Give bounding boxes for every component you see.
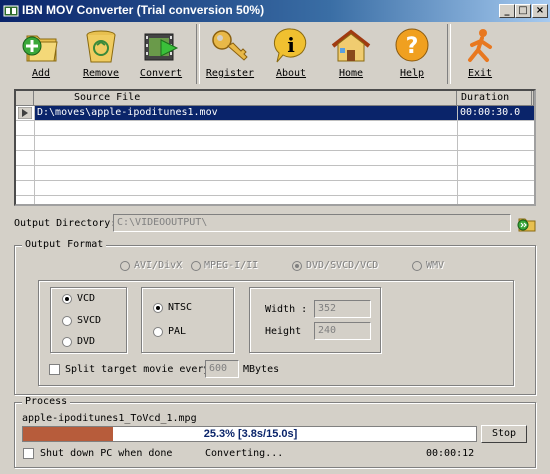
width-field[interactable]: 352	[314, 300, 371, 318]
svg-text:i: i	[287, 33, 295, 57]
exit-button[interactable]: Exit	[453, 26, 507, 84]
source-file-cell: D:\moves\apple-ipoditunes1.mov	[34, 106, 457, 120]
format-avi-label: AVI/DivX	[134, 260, 183, 271]
height-field[interactable]: 240	[314, 322, 371, 340]
minimize-button[interactable]: _	[499, 4, 515, 18]
toolbar-separator	[196, 24, 200, 84]
maximize-button[interactable]: □	[515, 4, 531, 18]
duration-cell: 00:00:30.0	[457, 106, 534, 120]
svcd-radio[interactable]	[62, 316, 72, 326]
split-checkbox[interactable]	[49, 364, 60, 375]
add-button[interactable]: Add	[14, 26, 68, 84]
help-icon: ?	[395, 28, 429, 62]
window-title: IBN MOV Converter (Trial conversion 50%)	[22, 3, 265, 17]
column-divider	[457, 106, 458, 204]
key-icon	[212, 30, 248, 61]
about-button[interactable]: i About	[264, 26, 318, 84]
column-divider	[34, 106, 35, 204]
svg-text:?: ?	[406, 34, 419, 59]
register-label: Register	[205, 68, 255, 79]
output-directory-label: Output Directory:	[14, 218, 117, 229]
format-wmv-radio[interactable]	[412, 261, 422, 271]
running-man-icon	[468, 29, 492, 62]
about-label: About	[275, 68, 307, 79]
convert-label: Convert	[139, 68, 183, 79]
column-header-duration[interactable]: Duration	[457, 91, 532, 106]
vcd-label: VCD	[77, 293, 96, 304]
register-button[interactable]: Register	[203, 26, 257, 84]
pal-label: PAL	[168, 326, 187, 337]
browse-folder-icon[interactable]	[517, 213, 537, 233]
tv-standard-group	[141, 287, 234, 353]
shutdown-label: Shut down PC when done	[40, 448, 173, 459]
play-arrow-icon	[18, 107, 32, 119]
vcd-radio[interactable]	[62, 294, 72, 304]
width-label: Width :	[265, 304, 308, 315]
status-text: Converting...	[205, 448, 284, 459]
home-icon	[331, 29, 371, 62]
svcd-label: SVCD	[77, 315, 102, 326]
list-header-corner	[16, 91, 34, 106]
format-mpeg-label: MPEG-I/II	[204, 260, 259, 271]
add-label: Add	[31, 68, 51, 79]
format-mpeg-radio[interactable]	[191, 261, 201, 271]
list-header-filler	[532, 91, 534, 106]
ntsc-radio[interactable]	[153, 303, 163, 313]
exit-label: Exit	[467, 68, 493, 79]
remove-label: Remove	[82, 68, 120, 79]
home-button[interactable]: Home	[324, 26, 378, 84]
elapsed-time: 00:00:12	[426, 448, 475, 459]
trash-icon	[86, 30, 116, 63]
dvd-radio[interactable]	[62, 337, 72, 347]
resolution-group	[249, 287, 381, 353]
toolbar-separator	[447, 24, 451, 84]
shutdown-checkbox[interactable]	[23, 448, 34, 459]
title-bar[interactable]: IBN MOV Converter (Trial conversion 50%)…	[0, 0, 550, 22]
split-size-field[interactable]: 600	[205, 360, 239, 378]
stop-button[interactable]: Stop	[481, 425, 527, 443]
help-label: Help	[399, 68, 425, 79]
current-file-label: apple-ipoditunes1_ToVcd_1.mpg	[22, 413, 197, 424]
file-list[interactable]: Source File Duration D:\moves\apple-ipod…	[14, 89, 536, 206]
home-label: Home	[338, 68, 364, 79]
split-unit-label: MBytes	[243, 364, 280, 375]
format-avi-radio[interactable]	[120, 261, 130, 271]
film-convert-icon	[144, 33, 179, 61]
output-directory-field[interactable]: C:\VIDEOOUTPUT\	[113, 214, 511, 232]
info-icon: i	[273, 28, 307, 63]
ntsc-label: NTSC	[168, 302, 193, 313]
convert-button[interactable]: Convert	[134, 26, 188, 84]
app-icon	[3, 5, 19, 17]
format-dvd-svcd-vcd-radio[interactable]	[292, 261, 302, 271]
close-button[interactable]: ×	[532, 4, 548, 18]
format-wmv-label: WMV	[426, 260, 445, 271]
split-label: Split target movie every	[65, 364, 210, 375]
pal-radio[interactable]	[153, 327, 163, 337]
help-button[interactable]: ? Help	[385, 26, 439, 84]
progress-bar: 25.3% [3.8s/15.0s]	[22, 426, 477, 442]
process-title: Process	[22, 396, 71, 407]
format-dvd-svcd-vcd-label: DVD/SVCD/VCD	[306, 260, 379, 271]
remove-button[interactable]: Remove	[74, 26, 128, 84]
column-header-source-file[interactable]: Source File	[34, 91, 457, 106]
progress-text: 25.3% [3.8s/15.0s]	[203, 428, 298, 440]
dvd-label: DVD	[77, 336, 96, 347]
height-label: Height	[265, 326, 302, 337]
output-format-title: Output Format	[22, 239, 107, 250]
add-folder-icon	[22, 35, 58, 62]
